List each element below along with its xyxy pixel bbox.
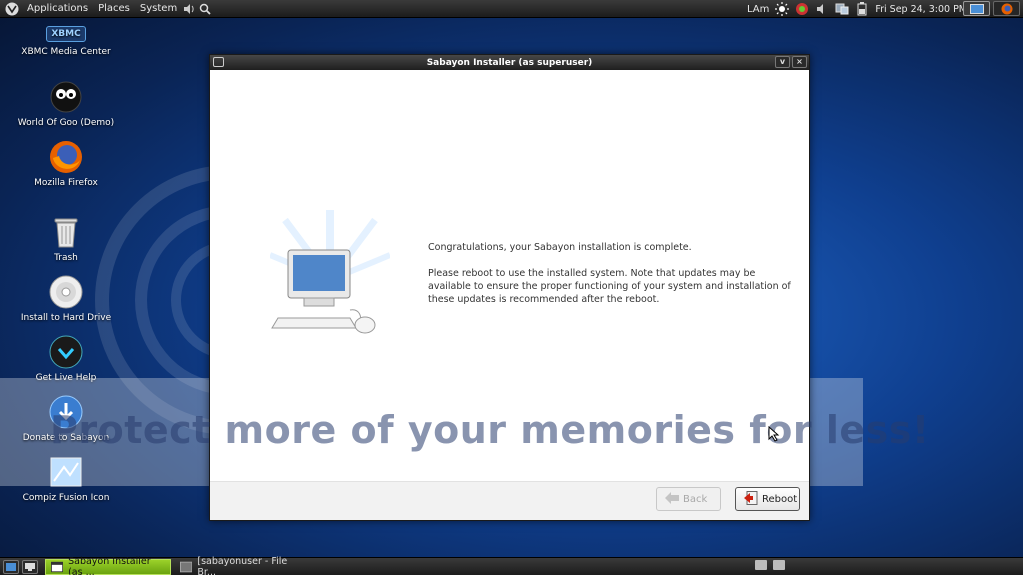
workspace-switcher[interactable] [755,560,785,570]
firefox-icon [49,140,83,174]
reboot-button[interactable]: Reboot [735,487,800,511]
compiz-icon [49,455,83,489]
taskbar-item-label: Sabayon Installer (as ... [68,556,151,575]
desktop-icon-label: World Of Goo (Demo) [17,118,115,128]
congratulations-text: Congratulations, your Sabayon installati… [428,242,692,253]
window-title: Sabayon Installer (as superuser) [426,57,593,68]
desktop-icon-install[interactable]: Install to Hard Drive [11,275,121,323]
desktop-icon-label: XBMC Media Center [21,47,111,57]
top-panel-window-buttons [963,1,1023,16]
desktop-icon-label: Compiz Fusion Icon [22,493,110,503]
window-list-button[interactable] [963,1,990,16]
reboot-notice-text: Please reboot to use the installed syste… [428,268,791,305]
keyboard-layout-indicator[interactable]: LAm [747,4,769,15]
battery-icon[interactable] [855,2,869,16]
computer-icon [268,210,392,340]
search-icon[interactable] [198,2,212,16]
clock[interactable]: Fri Sep 24, 3:00 PM [875,4,967,15]
desktop-icon-live-help[interactable]: Get Live Help [11,335,121,383]
completion-message: Congratulations, your Sabayon installati… [428,241,798,319]
back-arrow-icon [665,491,679,507]
reboot-icon [744,490,758,508]
update-notifier-icon[interactable] [795,2,809,16]
desktop-icon-trash[interactable]: Trash [11,215,121,263]
taskbar-item-installer[interactable]: Sabayon Installer (as ... [45,556,171,575]
workspace-1-icon[interactable] [755,560,767,570]
volume-launcher-icon[interactable] [182,2,196,16]
show-desktop-icon[interactable] [3,559,19,574]
window-menu-icon[interactable] [213,57,224,67]
window-titlebar[interactable]: Sabayon Installer (as superuser) v × [210,55,809,70]
desktop-icon-label: Install to Hard Drive [20,313,112,323]
top-panel: Applications Places System LAm Fri Sep 2… [0,0,1023,18]
mouse-pointer-icon [768,425,780,445]
help-icon [49,335,83,369]
sabayon-logo-icon[interactable] [4,1,20,17]
reboot-button-label: Reboot [762,493,798,505]
desktop-icon-label: Mozilla Firefox [34,178,98,188]
back-button[interactable]: Back [656,487,721,511]
window-icon [51,561,64,573]
desktop-icon-world-of-goo[interactable]: World Of Goo (Demo) [11,80,121,128]
volume-icon[interactable] [815,2,829,16]
firefox-launcher-icon[interactable] [993,1,1020,16]
trash-icon [49,215,83,249]
workspace-2-icon[interactable] [773,560,785,570]
minimize-icon[interactable]: v [775,56,790,68]
brightness-icon[interactable] [775,2,790,16]
watermark-text: Protect more of your memories for less! [50,408,930,452]
goo-ball-icon [49,80,83,114]
desktop-icon-compiz[interactable]: Compiz Fusion Icon [11,455,121,503]
close-icon[interactable]: × [792,56,807,68]
bottom-panel: Sabayon Installer (as ... [sabayonuser -… [0,556,1023,575]
menu-places[interactable]: Places [93,3,135,14]
back-button-label: Back [683,493,708,505]
workspace-icon[interactable] [22,559,38,574]
desktop-icon-label: Trash [54,253,78,263]
taskbar-item-label: [sabayonuser - File Br... [197,556,288,575]
menu-applications[interactable]: Applications [22,3,93,14]
network-icon[interactable] [835,2,849,16]
menu-system[interactable]: System [135,3,182,14]
xbmc-icon: XBMC [46,24,86,44]
taskbar-item-file-browser[interactable]: [sabayonuser - File Br... [175,556,301,575]
disc-icon [49,275,83,309]
xbmc-logo-text: XBMC [46,26,86,42]
file-manager-icon [180,561,193,573]
desktop-icon-xbmc[interactable]: XBMC XBMC Media Center [11,24,121,57]
desktop-icon-firefox[interactable]: Mozilla Firefox [11,140,121,188]
